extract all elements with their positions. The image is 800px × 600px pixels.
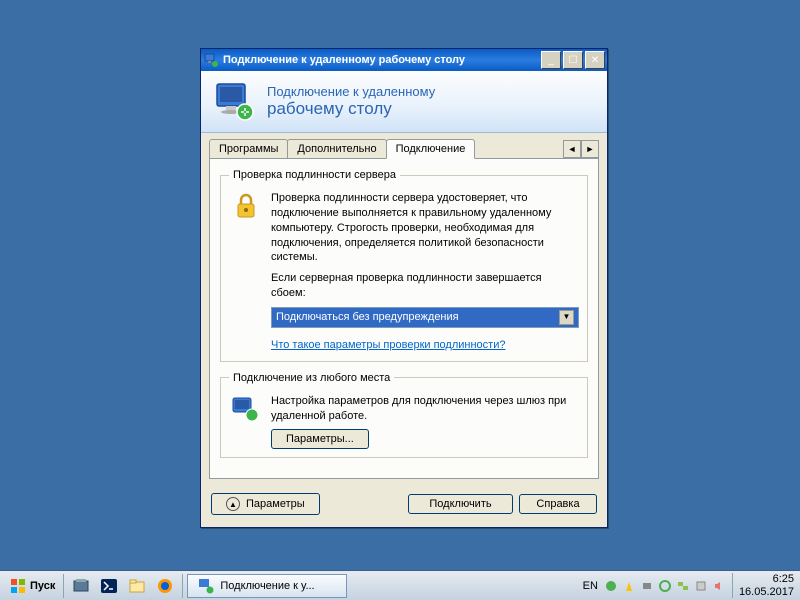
- connect-button[interactable]: Подключить: [408, 494, 513, 514]
- taskbar: Пуск Подключение к у... EN 6:25 16.05.20…: [0, 570, 800, 600]
- tab-panel: Проверка подлинности сервера Проверка по…: [209, 158, 599, 479]
- server-auth-group: Проверка подлинности сервера Проверка по…: [220, 169, 588, 362]
- dialog-header: Подключение к удаленному рабочему столу: [201, 71, 607, 133]
- anywhere-description: Настройка параметров для подключения чер…: [271, 394, 579, 424]
- connect-anywhere-legend: Подключение из любого места: [229, 372, 394, 384]
- app-icon: [198, 578, 214, 594]
- header-subtitle: Подключение к удаленному: [267, 84, 435, 99]
- rdp-dialog: Подключение к удаленному рабочему столу …: [200, 48, 608, 528]
- chevron-down-icon: ▼: [559, 310, 574, 325]
- lock-icon: [229, 191, 263, 353]
- chevron-up-icon: ▲: [226, 497, 240, 511]
- tray-icon[interactable]: [604, 579, 618, 593]
- tab-scroll-left[interactable]: ◄: [563, 140, 581, 158]
- app-icon: [203, 52, 219, 68]
- auth-help-link[interactable]: Что такое параметры проверки подлинности…: [271, 339, 505, 351]
- options-toggle-button[interactable]: ▲ Параметры: [211, 493, 320, 515]
- taskbar-active-window[interactable]: Подключение к у...: [187, 574, 347, 598]
- volume-icon[interactable]: [712, 579, 726, 593]
- header-title: рабочему столу: [267, 99, 435, 119]
- explorer-icon[interactable]: [124, 574, 150, 598]
- combo-value: Подключаться без предупреждения: [276, 310, 459, 325]
- minimize-button[interactable]: _: [541, 51, 561, 69]
- tray-icon[interactable]: [694, 579, 708, 593]
- windows-logo-icon: [10, 578, 26, 594]
- gateway-settings-button[interactable]: Параметры...: [271, 429, 369, 449]
- maximize-button[interactable]: ☐: [563, 51, 583, 69]
- firefox-icon[interactable]: [152, 574, 178, 598]
- system-tray: EN 6:25 16.05.2017: [583, 573, 798, 597]
- quick-launch: [63, 574, 183, 598]
- auth-prompt: Если серверная проверка подлинности заве…: [271, 271, 579, 301]
- tray-icon[interactable]: [640, 579, 654, 593]
- start-button[interactable]: Пуск: [2, 576, 63, 596]
- connect-anywhere-group: Подключение из любого места Настройка па…: [220, 372, 588, 459]
- clock[interactable]: 6:25 16.05.2017: [732, 573, 794, 597]
- language-indicator[interactable]: EN: [583, 580, 598, 592]
- window-title: Подключение к удаленному рабочему столу: [223, 54, 541, 66]
- tray-icon[interactable]: [658, 579, 672, 593]
- tab-programs[interactable]: Программы: [209, 139, 288, 158]
- titlebar[interactable]: Подключение к удаленному рабочему столу …: [201, 49, 607, 71]
- tray-icon[interactable]: [622, 579, 636, 593]
- tab-strip: Программы Дополнительно Подключение ◄ ►: [201, 133, 607, 158]
- dialog-footer: ▲ Параметры Подключить Справка: [201, 487, 607, 527]
- close-button[interactable]: ✕: [585, 51, 605, 69]
- server-auth-legend: Проверка подлинности сервера: [229, 169, 400, 181]
- tab-advanced[interactable]: Дополнительно: [287, 139, 386, 158]
- auth-failure-combo[interactable]: Подключаться без предупреждения ▼: [271, 307, 579, 328]
- powershell-icon[interactable]: [96, 574, 122, 598]
- tab-connection[interactable]: Подключение: [386, 139, 476, 159]
- tray-icon[interactable]: [676, 579, 690, 593]
- server-manager-icon[interactable]: [68, 574, 94, 598]
- auth-description: Проверка подлинности сервера удостоверяе…: [271, 191, 579, 265]
- gateway-icon: [229, 394, 263, 450]
- rdp-icon: [213, 80, 257, 124]
- tab-scroll-right[interactable]: ►: [581, 140, 599, 158]
- help-button[interactable]: Справка: [519, 494, 597, 514]
